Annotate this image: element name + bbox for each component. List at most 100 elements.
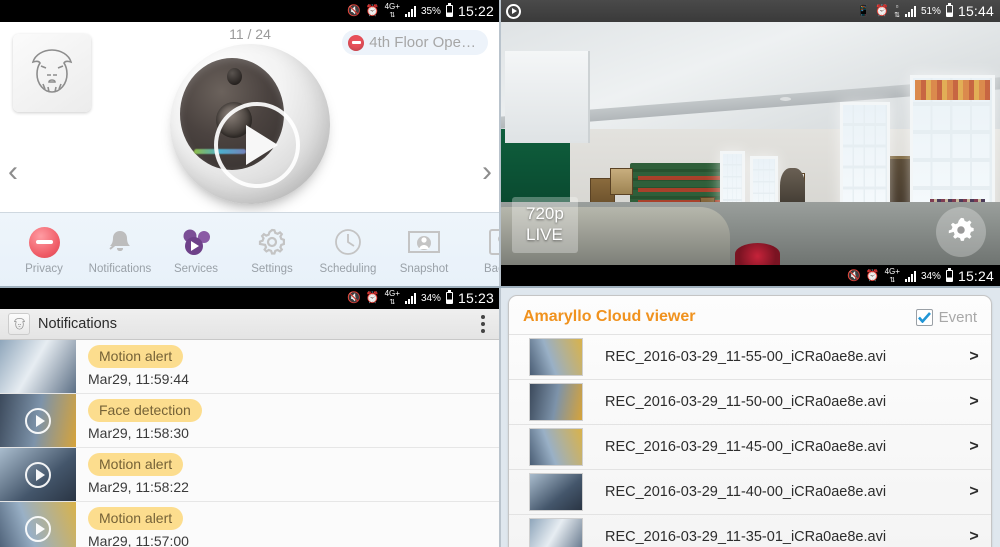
checkbox-icon[interactable] bbox=[915, 308, 933, 326]
toolbar-label-settings: Settings bbox=[251, 263, 293, 275]
cloud-viewer-header: Amaryllo Cloud viewer Event bbox=[509, 296, 991, 334]
chevron-right-icon[interactable]: > bbox=[963, 393, 985, 411]
kebab-menu-icon[interactable] bbox=[474, 313, 492, 335]
table-row[interactable]: REC_2016-03-29_11-40-00_iCRa0ae8e.avi > bbox=[509, 469, 991, 514]
camera-sensor-dot bbox=[227, 68, 242, 85]
chevron-right-icon[interactable]: > bbox=[963, 528, 985, 546]
panel-divider-vertical bbox=[499, 0, 501, 547]
toolbar-item-privacy[interactable]: Privacy bbox=[6, 225, 82, 275]
clock-icon bbox=[332, 225, 364, 259]
list-item[interactable]: Motion alert Mar29, 11:58:22 bbox=[0, 448, 500, 502]
clock-label: 15:22 bbox=[457, 3, 494, 19]
notification-timestamp: Mar29, 11:57:00 bbox=[88, 533, 189, 547]
toolbar-item-settings[interactable]: Settings bbox=[234, 225, 310, 275]
toolbar-label-services: Services bbox=[173, 263, 219, 275]
notifications-list[interactable]: Motion alert Mar29, 11:59:44 Face detect… bbox=[0, 340, 500, 547]
camera-device-icon[interactable] bbox=[170, 44, 330, 204]
toolbar-item-scheduling[interactable]: Scheduling bbox=[310, 225, 386, 275]
background-icon bbox=[485, 225, 500, 259]
carousel-body: 11 / 24 4th Floor Ope… ‹ › bbox=[0, 22, 500, 212]
toolbar-label-notifications: Notifications bbox=[88, 263, 152, 275]
toolbar-item-snapshot[interactable]: Snapshot bbox=[386, 225, 462, 275]
device-name-badge[interactable]: 4th Floor Ope… bbox=[342, 30, 488, 55]
recording-thumbnail[interactable] bbox=[529, 518, 583, 547]
status-badge: Face detection bbox=[88, 399, 202, 422]
amaryllo-logo-icon bbox=[13, 34, 91, 112]
recording-filename: REC_2016-03-29_11-35-01_iCRa0ae8e.avi bbox=[605, 529, 887, 545]
statusbar-cloud: 🔇 ⏰ 4G+ ⇅ 34% 15:24 bbox=[500, 265, 1000, 287]
chevron-right-icon[interactable]: > bbox=[963, 483, 985, 501]
battery-icon bbox=[945, 268, 953, 282]
data-icon: ▫ ⇅ bbox=[894, 2, 900, 19]
quality-label: 720p bbox=[526, 204, 564, 223]
alarm-icon: ⏰ bbox=[875, 4, 890, 17]
live-video-stream[interactable]: 720p LIVE bbox=[500, 22, 1000, 265]
table-row[interactable]: REC_2016-03-29_11-55-00_iCRa0ae8e.avi > bbox=[509, 334, 991, 379]
record-circle-icon bbox=[506, 0, 521, 22]
network-type-label: 4G+ ⇅ bbox=[384, 2, 400, 19]
play-icon[interactable] bbox=[25, 407, 51, 434]
recording-thumbnail[interactable] bbox=[529, 338, 583, 376]
clock-label: 15:24 bbox=[957, 268, 994, 284]
battery-icon bbox=[945, 3, 953, 17]
status-badge: Motion alert bbox=[88, 345, 184, 368]
notification-thumbnail[interactable] bbox=[0, 340, 76, 393]
toolbar-item-services[interactable]: Services bbox=[158, 225, 234, 275]
carousel-prev-arrow[interactable]: ‹ bbox=[8, 157, 18, 187]
toolbar-item-background[interactable]: Backg bbox=[462, 225, 500, 275]
notification-thumbnail[interactable] bbox=[0, 394, 76, 447]
notification-thumbnail[interactable] bbox=[0, 448, 76, 501]
table-row[interactable]: REC_2016-03-29_11-35-01_iCRa0ae8e.avi > bbox=[509, 514, 991, 547]
chevron-right-icon[interactable]: > bbox=[963, 348, 985, 366]
table-row[interactable]: REC_2016-03-29_11-45-00_iCRa0ae8e.avi > bbox=[509, 424, 991, 469]
battery-percent-label: 34% bbox=[420, 292, 441, 304]
recording-filename: REC_2016-03-29_11-45-00_iCRa0ae8e.avi bbox=[605, 439, 887, 455]
play-icon[interactable] bbox=[214, 102, 300, 188]
battery-icon bbox=[445, 290, 453, 304]
statusbar-notifications: 🔇 ⏰ 4G+ ⇅ 34% 15:23 bbox=[0, 287, 500, 309]
list-item[interactable]: Motion alert Mar29, 11:59:44 bbox=[0, 340, 500, 394]
recording-filename: REC_2016-03-29_11-50-00_iCRa0ae8e.avi bbox=[605, 394, 887, 410]
live-settings-button[interactable] bbox=[936, 207, 986, 257]
toolbar-label-privacy: Privacy bbox=[25, 263, 63, 275]
battery-percent-label: 35% bbox=[420, 5, 441, 17]
recording-thumbnail[interactable] bbox=[529, 473, 583, 511]
panel-divider-horizontal bbox=[0, 286, 1000, 288]
toolbar-item-notifications[interactable]: Notifications bbox=[82, 225, 158, 275]
panel-live-view: 📱 ⏰ ▫ ⇅ 51% 15:44 720p LIVE 🔇 ⏰ 4G+ ⇅ 34… bbox=[500, 0, 1000, 287]
list-item[interactable]: Face detection Mar29, 11:58:30 bbox=[0, 394, 500, 448]
mute-icon: 🔇 bbox=[347, 291, 361, 304]
alarm-icon: ⏰ bbox=[365, 4, 380, 17]
gear-icon bbox=[256, 225, 288, 259]
recording-thumbnail[interactable] bbox=[529, 428, 583, 466]
alarm-icon: ⏰ bbox=[865, 269, 880, 282]
event-filter-checkbox[interactable]: Event bbox=[915, 308, 977, 326]
statusbar-device: 🔇 ⏰ 4G+ ⇅ 35% 15:22 bbox=[0, 0, 500, 22]
signal-icon bbox=[404, 292, 416, 304]
recording-thumbnail[interactable] bbox=[529, 383, 583, 421]
status-badge: Motion alert bbox=[88, 453, 184, 476]
phone-icon: 📱 bbox=[856, 4, 871, 17]
table-row[interactable]: REC_2016-03-29_11-50-00_iCRa0ae8e.avi > bbox=[509, 379, 991, 424]
cloud-viewer-card: Amaryllo Cloud viewer Event REC_2016-03-… bbox=[508, 295, 992, 547]
signal-icon bbox=[904, 270, 916, 282]
carousel-next-arrow[interactable]: › bbox=[482, 157, 492, 187]
gear-icon bbox=[946, 215, 976, 250]
toolbar-label-snapshot: Snapshot bbox=[399, 263, 449, 275]
live-label: LIVE bbox=[526, 225, 563, 244]
play-icon[interactable] bbox=[25, 461, 51, 488]
chevron-right-icon[interactable]: > bbox=[963, 438, 985, 456]
battery-percent-label: 34% bbox=[920, 270, 941, 282]
list-item[interactable]: Motion alert Mar29, 11:57:00 bbox=[0, 502, 500, 547]
notification-timestamp: Mar29, 11:59:44 bbox=[88, 371, 189, 387]
toolbar-label-background: Backg bbox=[484, 263, 500, 275]
notification-thumbnail[interactable] bbox=[0, 502, 76, 547]
clock-label: 15:44 bbox=[957, 3, 994, 19]
page-title: Amaryllo Cloud viewer bbox=[523, 308, 696, 325]
amaryllo-logo-icon bbox=[8, 313, 30, 335]
event-filter-label: Event bbox=[938, 308, 977, 326]
recording-filename: REC_2016-03-29_11-55-00_iCRa0ae8e.avi bbox=[605, 349, 887, 365]
network-type-label: 4G+ ⇅ bbox=[884, 267, 900, 284]
play-icon[interactable] bbox=[25, 515, 51, 542]
device-name-label: 4th Floor Ope… bbox=[369, 34, 476, 51]
